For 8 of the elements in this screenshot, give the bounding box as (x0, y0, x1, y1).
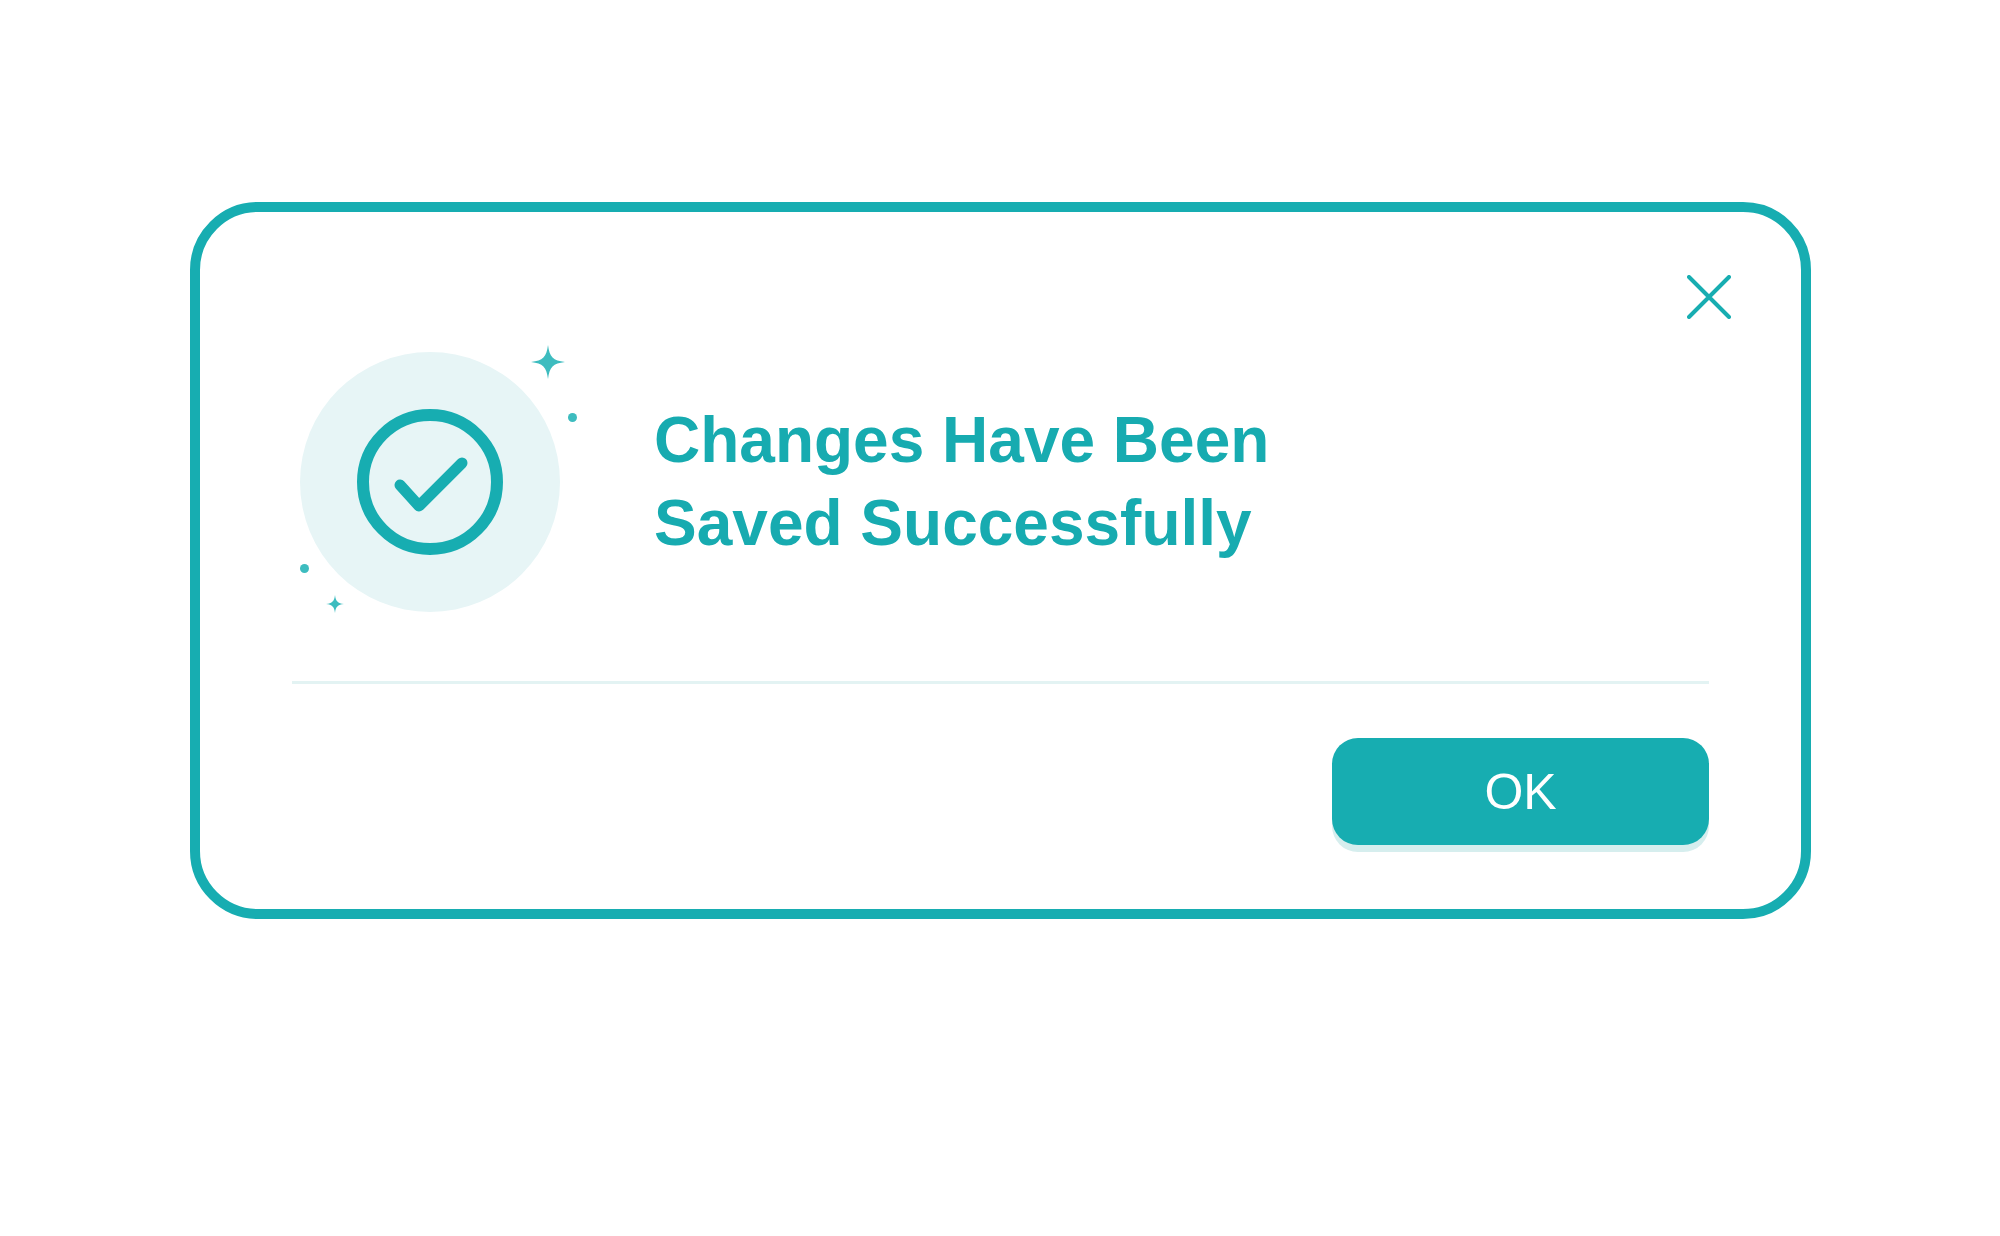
close-icon (1687, 275, 1731, 319)
check-circle-icon (300, 352, 560, 612)
sparkle-icon (326, 595, 344, 613)
dot-icon (300, 564, 309, 573)
sparkle-icon (531, 345, 565, 379)
dot-icon (568, 413, 577, 422)
dialog-title: Changes Have Been Saved Successfully (654, 403, 1271, 561)
close-button[interactable] (1687, 275, 1731, 319)
